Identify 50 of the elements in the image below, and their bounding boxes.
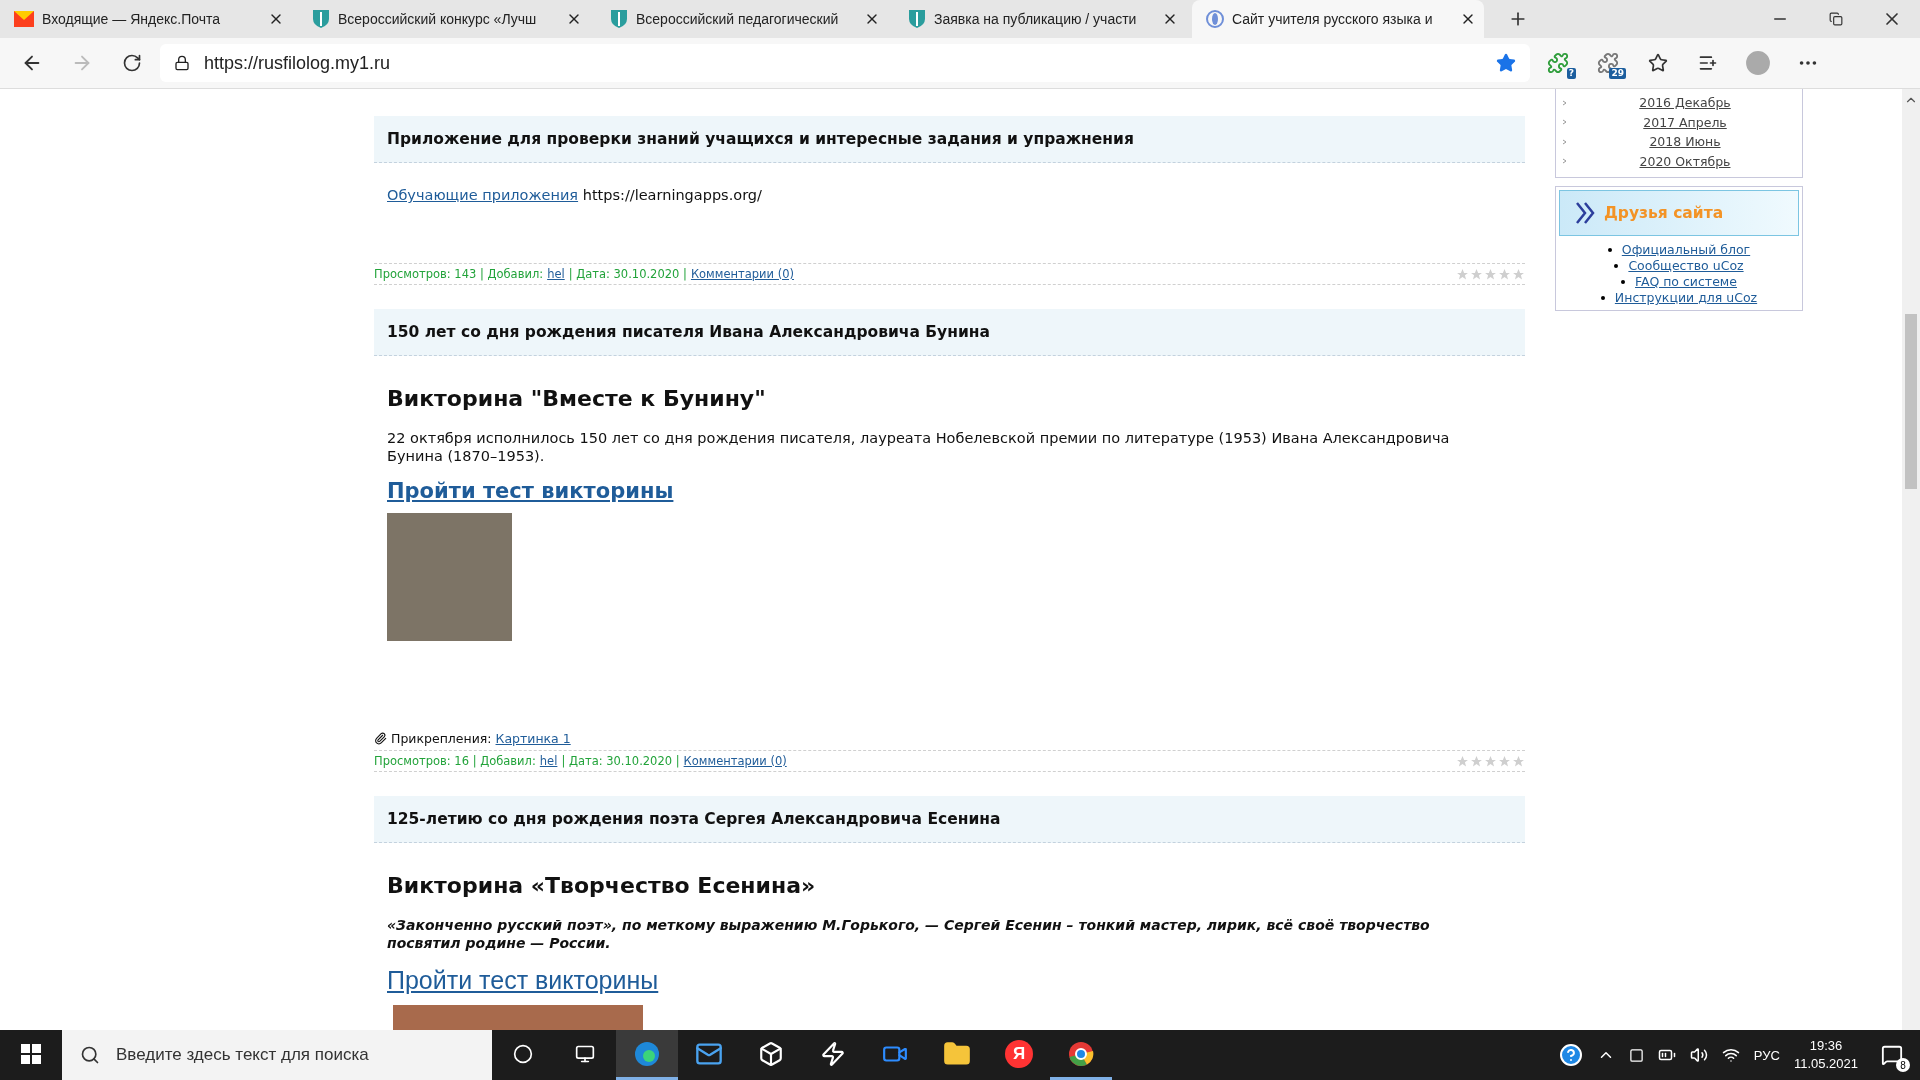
- archive-link[interactable]: 2020 Октябрь: [1568, 153, 1802, 169]
- post-meta: Просмотров: 16 | Добавил:: [374, 754, 536, 768]
- yandex-icon: Я: [1005, 1039, 1033, 1068]
- language-indicator[interactable]: РУС: [1753, 1047, 1780, 1063]
- tab-title: Всероссийский педагогический: [636, 11, 840, 27]
- post-meta: | Дата: 30.10.2020 |: [561, 754, 680, 768]
- attachments-label: Прикрепления:: [391, 731, 492, 746]
- browser-tab[interactable]: Всероссийский конкурс «Лучш: [298, 0, 590, 38]
- url-text: https://rusfilolog.my1.ru: [204, 52, 392, 74]
- post-title: Викторина «Творчество Есенина»: [386, 872, 817, 900]
- browser-tab[interactable]: Входящие — Яндекс.Почта: [0, 0, 292, 38]
- url-text: https://learningapps.org/: [582, 187, 762, 203]
- post-heading: Приложение для проверки знаний учащихся и интересные задания и упражнения: [374, 116, 1525, 163]
- extension-badge: 29: [1609, 68, 1626, 79]
- tab-title: Всероссийский конкурс «Лучш: [338, 11, 538, 27]
- meta-link[interactable]: hel: [547, 267, 565, 281]
- address-bar[interactable]: https://rusfilolog.my1.ru: [160, 44, 1530, 82]
- post-title: Викторина "Вместе к Бунину": [386, 385, 767, 413]
- friend-link[interactable]: Инструкции для uCoz: [1614, 290, 1758, 306]
- meta-link[interactable]: hel: [539, 754, 558, 768]
- quiz-link[interactable]: Пройти тест викторины: [387, 479, 674, 503]
- friend-link[interactable]: Сообщество uCoz: [1628, 258, 1744, 274]
- post-paragraph: «Законченно русский поэт», по меткому выражению М.Горького, — Сергей Есенин – тонкий мастер, лирик, всё своё творчество посвятил родине — России.: [386, 916, 1431, 952]
- taskbar-app[interactable]: Я: [988, 1030, 1050, 1080]
- browser-tab[interactable]: Заявка на публикацию / участи: [894, 0, 1186, 38]
- tab-title: Входящие — Яндекс.Почта: [42, 11, 221, 27]
- post-meta: | Дата: 30.10.2020 |: [568, 267, 687, 281]
- post-heading: 150 лет со дня рождения писателя Ивана Александровича Бунина: [374, 309, 1525, 356]
- friend-link[interactable]: Официальный блог: [1621, 242, 1751, 258]
- apps-link[interactable]: Обучающие приложения: [387, 187, 579, 203]
- tab-title: Заявка на публикацию / участи: [934, 11, 1138, 27]
- browser-tab[interactable]: Сайт учителя русского языка и: [1192, 0, 1484, 38]
- meta-link[interactable]: Комментарии (0): [690, 267, 794, 281]
- clock[interactable]: 19:36 11.05.2021: [1793, 1037, 1858, 1073]
- archive-link[interactable]: 2016 Декабрь: [1568, 95, 1802, 111]
- post-meta: Просмотров: 143 | Добавил:: [374, 267, 544, 281]
- post-heading: 125-летию со дня рождения поэта Сергея Александровича Есенина: [374, 796, 1525, 843]
- notification-count: 8: [1896, 1058, 1910, 1072]
- meta-link[interactable]: Комментарии (0): [683, 754, 787, 768]
- attachment-link[interactable]: Картинка 1: [495, 731, 571, 746]
- archive-link[interactable]: 2017 Апрель: [1568, 114, 1802, 130]
- panel-title: Друзья сайта: [1604, 204, 1724, 222]
- friend-link[interactable]: FAQ по системе: [1635, 274, 1737, 290]
- taskbar-search-field[interactable]: Введите здесь текст для поиска: [62, 1030, 492, 1080]
- extension-badge: ?: [1566, 68, 1576, 79]
- post-paragraph: 22 октября исполнилось 150 лет со дня рождения писателя, лауреата Нобелевской премии по литературе (1953) Ивана Александровича Бунина (1870–1953).: [386, 429, 1451, 465]
- quiz-link[interactable]: Пройти тест викторины: [387, 966, 659, 995]
- tab-title: Сайт учителя русского языка и: [1232, 11, 1434, 27]
- browser-tab[interactable]: Всероссийский педагогический: [596, 0, 888, 38]
- archive-link[interactable]: 2018 Июнь: [1568, 134, 1802, 150]
